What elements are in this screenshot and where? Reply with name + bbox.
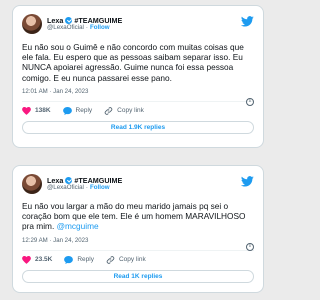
twitter-bird-icon[interactable] [241, 176, 254, 187]
mention-link[interactable]: @mcguime [57, 221, 99, 231]
tweet-header: Lexa #TEAMGUIME @LexaOficial · Follow [22, 12, 254, 36]
separator-dot: · [85, 183, 88, 191]
tweet-text: Eu não vou largar a mão do meu marido ja… [22, 201, 254, 232]
tweet-header: Lexa #TEAMGUIME @LexaOficial · Follow [22, 172, 254, 196]
follow-button[interactable]: Follow [90, 24, 110, 32]
tweet-timestamp[interactable]: 12:01 AM · Jan 24, 2023 [22, 88, 254, 95]
copy-link-label: Copy link [117, 107, 144, 115]
reply-label: Reply [75, 107, 93, 115]
like-button[interactable]: 23.5K [22, 255, 53, 264]
tweet-text: Eu não sou o Guimê e não concordo com mu… [22, 42, 244, 83]
reply-button[interactable]: Reply [62, 106, 93, 115]
tweet-card: Lexa #TEAMGUIME @LexaOficial · Follow Eu… [12, 5, 264, 148]
author-handle[interactable]: @LexaOficial [47, 24, 84, 32]
avatar[interactable] [22, 174, 42, 194]
author-info: Lexa #TEAMGUIME @LexaOficial · Follow [47, 177, 122, 191]
twitter-bird-icon[interactable] [241, 16, 254, 27]
tweet-timestamp[interactable]: 12:29 AM · Jan 24, 2023 [22, 237, 254, 244]
heart-icon [22, 255, 31, 264]
info-icon[interactable]: i [246, 243, 254, 251]
like-button[interactable]: 138K [22, 106, 51, 115]
copy-link-button[interactable]: Copy link [106, 255, 146, 264]
copy-link-button[interactable]: Copy link [104, 107, 144, 115]
tweet-actions: 138K Reply Copy link [22, 102, 254, 120]
reply-bubble-icon [62, 106, 72, 115]
copy-link-label: Copy link [118, 256, 146, 264]
tweet-card: Lexa #TEAMGUIME @LexaOficial · Follow Eu… [12, 165, 264, 293]
avatar[interactable] [22, 14, 42, 34]
read-replies-button[interactable]: Read 1K replies [22, 269, 254, 283]
reply-label: Reply [77, 256, 94, 264]
reply-bubble-icon [64, 255, 74, 264]
link-icon [104, 107, 113, 115]
info-icon[interactable]: i [246, 98, 254, 106]
follow-button[interactable]: Follow [90, 184, 110, 192]
separator-dot: · [85, 23, 88, 31]
tweet-text-body: Eu não vou largar a mão do meu marido ja… [22, 201, 246, 232]
author-info: Lexa #TEAMGUIME @LexaOficial · Follow [47, 17, 122, 31]
heart-icon [22, 106, 31, 115]
tweet-actions: 23.5K Reply Copy link [22, 251, 254, 269]
read-replies-button[interactable]: Read 1.9K replies [22, 120, 254, 134]
link-icon [106, 255, 115, 264]
like-count: 138K [35, 107, 51, 115]
like-count: 23.5K [35, 256, 53, 264]
author-handle[interactable]: @LexaOficial [47, 184, 84, 192]
reply-button[interactable]: Reply [64, 255, 94, 264]
